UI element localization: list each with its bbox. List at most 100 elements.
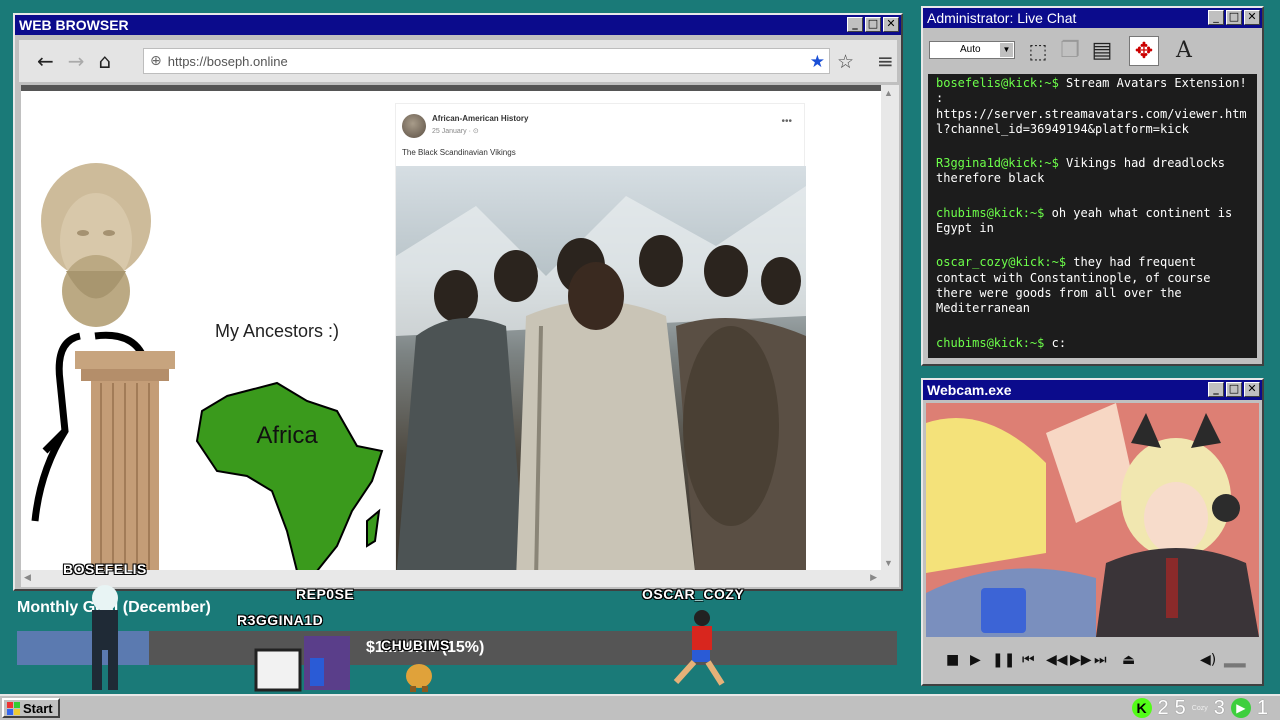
chat-message: chubims@kick:~$ oh yeah what continent i… bbox=[936, 206, 1249, 237]
avatar-name-tag: R3GGINA1D bbox=[237, 612, 324, 628]
move-icon[interactable]: ✥ bbox=[1129, 36, 1159, 66]
next-icon[interactable]: ⏭ bbox=[1094, 652, 1107, 668]
select-region-icon[interactable]: ⬚ bbox=[1023, 36, 1053, 66]
post-date: 25 January · ⊙ bbox=[432, 128, 479, 135]
page-content: My Ancestors :) Africa African-American … bbox=[21, 85, 883, 571]
auto-select[interactable]: Auto ▼ bbox=[929, 41, 1015, 59]
fast-forward-icon[interactable]: ▶▶ bbox=[1070, 652, 1092, 668]
avatar-name-tag: REP0SE bbox=[296, 586, 355, 602]
avatar-sprite bbox=[92, 585, 118, 690]
taskbar: Start K 2 5 Cozy 3 ▶ 1 bbox=[0, 694, 1280, 720]
chat-message: R3ggina1d@kick:~$ Vikings had dreadlocks… bbox=[936, 156, 1249, 187]
chat-text: c: bbox=[1044, 335, 1067, 350]
africa-label: Africa bbox=[256, 422, 318, 449]
system-tray: K 2 5 Cozy 3 ▶ 1 bbox=[1131, 696, 1268, 720]
browser-title: WEB BROWSER bbox=[19, 17, 129, 33]
avatar-name-tag: BOSEFELIS bbox=[63, 561, 147, 577]
back-icon[interactable]: ← bbox=[37, 49, 54, 73]
avatar-name-tag: OSCAR_COZY bbox=[642, 586, 745, 602]
media-controls: ■ ▶ ❚❚ ⏮ ◀◀ ▶▶ ⏭ ⏏ ◀) ▂▂ bbox=[926, 640, 1259, 680]
africa-map-image: Africa bbox=[195, 381, 384, 571]
url-text[interactable]: https://boseph.online bbox=[168, 54, 288, 69]
start-button[interactable]: Start bbox=[2, 698, 60, 718]
maximize-button[interactable]: □ bbox=[865, 17, 881, 32]
pause-icon[interactable]: ❚❚ bbox=[992, 652, 1015, 668]
chat-title: Administrator: Live Chat bbox=[927, 10, 1077, 26]
tray-number: 1 bbox=[1256, 696, 1268, 719]
close-button[interactable]: ✕ bbox=[1244, 382, 1260, 397]
maximize-button[interactable]: □ bbox=[1226, 382, 1242, 397]
post-photo bbox=[396, 166, 806, 571]
minimize-button[interactable]: _ bbox=[1208, 10, 1224, 25]
close-button[interactable]: ✕ bbox=[1244, 10, 1260, 25]
start-label: Start bbox=[23, 700, 53, 716]
scroll-up-arrow-icon[interactable]: ▲ bbox=[884, 88, 893, 98]
eject-icon[interactable]: ⏏ bbox=[1122, 652, 1135, 668]
browser-window: WEB BROWSER _ □ ✕ ← → ⌂ ⊕ https://boseph… bbox=[13, 13, 903, 591]
chevron-down-icon[interactable]: ▼ bbox=[1000, 43, 1013, 57]
tray-number: 3 bbox=[1213, 696, 1225, 719]
chat-username: R3ggina1d@kick:~$ bbox=[936, 156, 1059, 171]
chat-window: Administrator: Live Chat _ □ ✕ Auto ▼ ⬚ … bbox=[921, 6, 1264, 366]
chat-username: chubims@kick:~$ bbox=[936, 335, 1045, 350]
avatar-sprite bbox=[673, 610, 725, 686]
webcam-title: Webcam.exe bbox=[927, 382, 1012, 398]
tray-label: Cozy bbox=[1191, 704, 1208, 712]
play-circle-icon[interactable]: ▶ bbox=[1230, 698, 1251, 718]
stop-icon[interactable]: ■ bbox=[946, 652, 959, 668]
chat-titlebar[interactable]: Administrator: Live Chat _ □ ✕ bbox=[923, 8, 1262, 28]
tray-number: 2 bbox=[1157, 696, 1169, 719]
social-post: African-American History 25 January · ⊙ … bbox=[395, 103, 806, 571]
tray-number: 5 bbox=[1174, 696, 1186, 719]
scroll-down-arrow-icon[interactable]: ▼ bbox=[884, 558, 893, 568]
post-avatar bbox=[402, 114, 426, 138]
play-icon[interactable]: ▶ bbox=[970, 652, 981, 668]
webcam-window: Webcam.exe _ □ ✕ ■ ▶ ❚❚ ⏮ ◀◀ ▶▶ ⏭ ⏏ ◀) ▂… bbox=[921, 378, 1264, 686]
chat-message: oscar_cozy@kick:~$ they had frequent con… bbox=[936, 255, 1249, 316]
chat-username: chubims@kick:~$ bbox=[936, 205, 1045, 220]
avatar-sprite bbox=[254, 636, 350, 692]
close-button[interactable]: ✕ bbox=[883, 17, 899, 32]
post-caption: The Black Scandinavian Vikings bbox=[402, 148, 516, 157]
more-options-icon[interactable]: ••• bbox=[781, 116, 792, 127]
webcam-titlebar[interactable]: Webcam.exe _ □ ✕ bbox=[923, 380, 1262, 400]
vertical-scrollbar[interactable]: ▲ ▼ bbox=[881, 85, 899, 571]
bookmark-star-icon[interactable]: ★ bbox=[810, 52, 825, 72]
copy-icon[interactable]: ❐ bbox=[1055, 36, 1085, 66]
auto-select-value: Auto bbox=[960, 44, 981, 55]
scroll-right-arrow-icon[interactable]: ▶ bbox=[870, 572, 877, 583]
post-author[interactable]: African-American History bbox=[432, 114, 528, 123]
previous-icon[interactable]: ⏮ bbox=[1022, 652, 1035, 668]
ancestors-text: My Ancestors :) bbox=[215, 321, 340, 341]
volume-slider[interactable]: ▂▂ bbox=[1224, 652, 1246, 668]
volume-icon[interactable]: ◀) bbox=[1200, 652, 1216, 668]
favorites-icon[interactable]: ☆ bbox=[837, 51, 854, 73]
chat-toolbar: Auto ▼ ⬚ ❐ ▤ ✥ A bbox=[925, 30, 1260, 74]
kick-logo-icon[interactable]: K bbox=[1131, 698, 1152, 718]
avatar-sprite bbox=[406, 664, 432, 692]
minimize-button[interactable]: _ bbox=[1208, 382, 1224, 397]
webcam-video bbox=[926, 403, 1259, 637]
scroll-left-arrow-icon[interactable]: ◀ bbox=[24, 572, 31, 583]
stick-figure-column-image bbox=[31, 331, 175, 571]
marble-bust-image bbox=[41, 163, 151, 327]
address-bar[interactable]: ⊕ https://boseph.online ★ bbox=[143, 48, 830, 74]
maximize-button[interactable]: □ bbox=[1226, 10, 1242, 25]
browser-titlebar[interactable]: WEB BROWSER _ □ ✕ bbox=[15, 15, 901, 35]
horizontal-scrollbar[interactable]: ◀ ▶ bbox=[21, 570, 899, 587]
paste-icon[interactable]: ▤ bbox=[1087, 36, 1117, 66]
font-icon[interactable]: A bbox=[1169, 36, 1199, 66]
chat-username: bosefelis@kick:~$ bbox=[936, 76, 1059, 90]
forward-icon[interactable]: → bbox=[68, 49, 85, 73]
minimize-button[interactable]: _ bbox=[847, 17, 863, 32]
avatar-name-tag: CHUBIMS bbox=[381, 637, 450, 653]
windows-logo-icon bbox=[7, 701, 20, 715]
chat-message: chubims@kick:~$ c: bbox=[936, 336, 1249, 351]
chat-log: bosefelis@kick:~$ Stream Avatars Extensi… bbox=[928, 74, 1257, 358]
home-icon[interactable]: ⌂ bbox=[99, 49, 112, 73]
menu-icon[interactable]: ≡ bbox=[877, 49, 894, 73]
browser-navbar: ← → ⌂ ⊕ https://boseph.online ★ ☆ ≡ bbox=[19, 40, 897, 82]
chat-message: bosefelis@kick:~$ Stream Avatars Extensi… bbox=[936, 76, 1249, 137]
chat-username: oscar_cozy@kick:~$ bbox=[936, 255, 1067, 270]
rewind-icon[interactable]: ◀◀ bbox=[1046, 652, 1068, 668]
